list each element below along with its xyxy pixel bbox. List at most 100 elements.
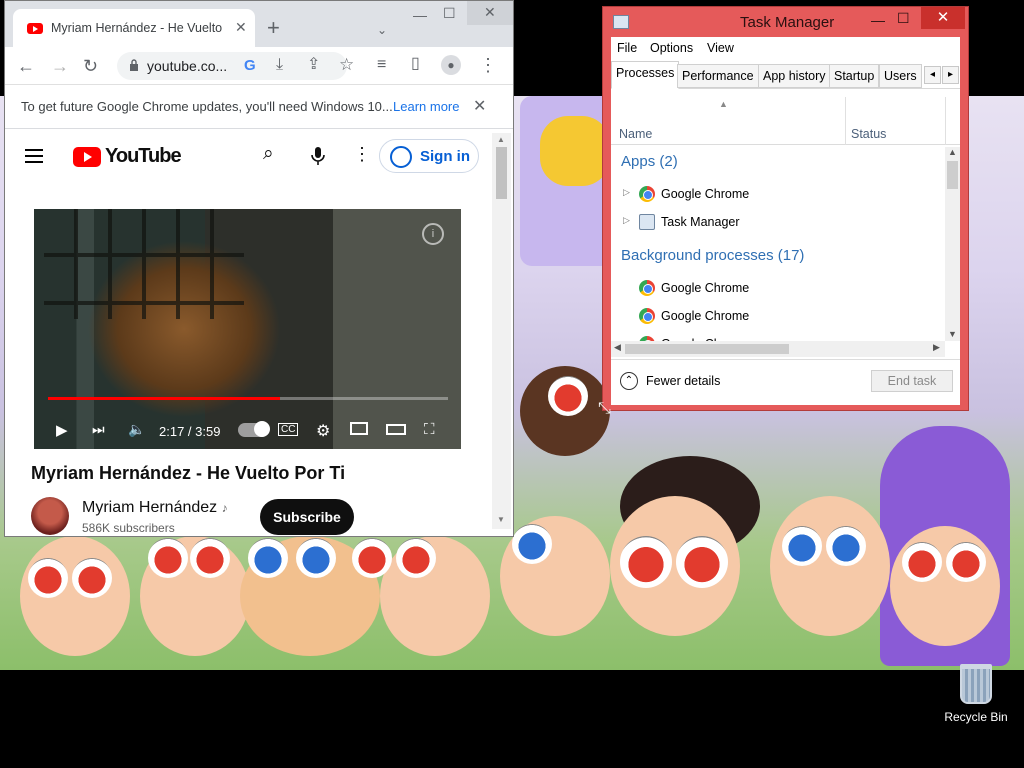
chrome-menu-icon[interactable]: ⋮ xyxy=(479,56,497,74)
theater-mode-icon[interactable] xyxy=(386,424,406,435)
video-player[interactable]: i ▶ ⏭ 🔈 2:17 / 3:59 CC ⚙ ⛶ xyxy=(34,209,461,449)
menu-file[interactable]: File xyxy=(617,41,637,55)
sign-in-button[interactable]: Sign in xyxy=(379,139,479,173)
wallpaper-glasses xyxy=(512,524,552,564)
scroll-left-arrow-icon[interactable]: ◀ xyxy=(614,342,621,353)
next-icon[interactable]: ⏭ xyxy=(92,421,105,438)
more-options-icon[interactable]: ⋮ xyxy=(353,144,371,165)
page-scrollbar[interactable]: ▲ ▼ xyxy=(492,133,511,529)
music-note-icon: ♪ xyxy=(221,501,228,515)
volume-icon[interactable]: 🔈 xyxy=(128,421,145,438)
process-row[interactable]: ▷ Task Manager xyxy=(611,209,945,235)
back-arrow-icon[interactable]: ← xyxy=(17,57,35,75)
column-headers: ▲ Name Status xyxy=(611,97,960,145)
process-list: Apps (2) ▷ Google Chrome ▷ Task Manager … xyxy=(611,147,945,341)
tab-users[interactable]: Users xyxy=(879,64,922,88)
hamburger-menu-icon[interactable] xyxy=(25,149,43,163)
subscribe-button[interactable]: Subscribe xyxy=(260,499,354,535)
scroll-up-arrow-icon[interactable]: ▲ xyxy=(497,135,505,144)
search-icon[interactable]: ⌕ xyxy=(263,143,274,165)
captions-icon[interactable]: CC xyxy=(278,423,299,436)
wallpaper-glasses xyxy=(548,376,588,416)
microphone-icon[interactable] xyxy=(311,146,325,166)
chrome-tab-title: Myriam Hernández - He Vuelto Por Ti xyxy=(51,21,226,35)
minimize-button[interactable]: — xyxy=(871,12,885,28)
horizontal-scrollbar[interactable]: ◀ ▶ xyxy=(611,341,945,357)
scrollbar-thumb[interactable] xyxy=(496,147,507,199)
fullscreen-icon[interactable]: ⛶ xyxy=(424,421,435,438)
channel-avatar[interactable] xyxy=(31,497,69,535)
wallpaper-glasses xyxy=(72,558,112,598)
close-window-button[interactable]: ✕ xyxy=(467,1,513,25)
maximize-button[interactable]: ☐ xyxy=(897,10,910,27)
column-divider[interactable] xyxy=(945,97,946,145)
process-list-scrollbar[interactable]: ▲ ▼ xyxy=(945,147,960,341)
expand-chevron-icon[interactable]: ▷ xyxy=(623,187,630,198)
forward-arrow-icon[interactable]: → xyxy=(51,57,69,75)
menu-view[interactable]: View xyxy=(707,41,734,55)
minimize-button[interactable]: — xyxy=(413,7,427,23)
new-tab-button[interactable]: + xyxy=(267,17,280,39)
column-status[interactable]: Status xyxy=(851,127,886,141)
channel-name[interactable]: Myriam Hernández ♪ xyxy=(82,499,228,517)
wallpaper-star xyxy=(540,116,610,186)
task-manager-titlebar[interactable]: Task Manager — ☐ ✕ xyxy=(603,7,968,37)
wallpaper-glasses xyxy=(826,526,866,566)
install-app-icon[interactable]: ⤓ xyxy=(276,56,283,74)
column-divider[interactable] xyxy=(845,97,846,145)
video-progress-bar[interactable] xyxy=(48,397,448,400)
scroll-right-arrow-icon[interactable]: ▶ xyxy=(933,342,940,353)
scroll-up-arrow-icon[interactable]: ▲ xyxy=(948,147,957,157)
tab-scroll-left-icon[interactable]: ◂ xyxy=(924,66,941,84)
infobar-learn-more-link[interactable]: Learn more xyxy=(393,99,459,114)
end-task-button[interactable]: End task xyxy=(871,370,953,392)
account-circle-icon xyxy=(390,146,412,168)
google-lens-icon[interactable]: G xyxy=(244,57,256,75)
tab-search-chevron-icon[interactable]: ⌄ xyxy=(377,21,387,39)
fewer-details-link[interactable]: Fewer details xyxy=(646,374,720,388)
column-name[interactable]: Name xyxy=(619,127,652,141)
bookmark-star-icon[interactable]: ☆ xyxy=(339,56,354,74)
omnibox-url: youtube.co... xyxy=(147,58,228,74)
collapse-chevron-icon[interactable]: ⌃ xyxy=(620,372,638,390)
scrollbar-thumb[interactable] xyxy=(947,161,958,189)
video-time: 2:17 / 3:59 xyxy=(159,424,221,439)
expand-chevron-icon[interactable]: ▷ xyxy=(623,215,630,226)
scroll-down-arrow-icon[interactable]: ▼ xyxy=(948,329,957,339)
process-row[interactable]: Google Chrome xyxy=(611,275,945,301)
process-row[interactable]: Google Chrome xyxy=(611,331,945,341)
share-icon[interactable]: ⇪ xyxy=(307,56,320,74)
tab-processes[interactable]: Processes xyxy=(611,61,680,89)
menu-options[interactable]: Options xyxy=(650,41,693,55)
youtube-logo-icon[interactable] xyxy=(73,147,101,167)
profile-avatar-icon[interactable]: ● xyxy=(441,55,461,75)
chrome-tab[interactable]: Myriam Hernández - He Vuelto Por Ti ✕ xyxy=(13,9,255,47)
tab-app-history[interactable]: App history xyxy=(758,64,831,88)
infobar-close-icon[interactable]: ✕ xyxy=(473,96,486,116)
process-name: Google Chrome xyxy=(661,281,750,295)
youtube-page: YouTube ⌕ ⋮ Sign in i ▶ ⏭ 🔈 2:17 / 3:59 xyxy=(5,129,497,536)
recycle-bin[interactable]: Recycle Bin xyxy=(940,660,1012,732)
tab-scroll-right-icon[interactable]: ▸ xyxy=(942,66,959,84)
tab-startup[interactable]: Startup xyxy=(829,64,880,88)
process-row[interactable]: ▷ Google Chrome xyxy=(611,181,945,207)
scrollbar-thumb[interactable] xyxy=(625,344,789,354)
youtube-logo-text[interactable]: YouTube xyxy=(105,145,182,168)
settings-gear-icon[interactable]: ⚙ xyxy=(316,421,330,441)
miniplayer-icon[interactable] xyxy=(350,422,368,435)
play-icon[interactable]: ▶ xyxy=(56,421,68,439)
task-manager-title: Task Manager xyxy=(740,14,835,31)
info-icon[interactable]: i xyxy=(422,223,444,245)
maximize-button[interactable]: ☐ xyxy=(443,5,456,22)
close-button[interactable]: ✕ xyxy=(921,7,965,29)
wallpaper-glasses xyxy=(248,538,288,578)
tab-performance[interactable]: Performance xyxy=(677,64,759,88)
media-controls-icon[interactable]: ≡ xyxy=(377,56,386,74)
tab-close-icon[interactable]: ✕ xyxy=(235,19,247,36)
chrome-icon xyxy=(639,308,655,324)
reload-icon[interactable]: ↻ xyxy=(83,57,98,75)
process-row[interactable]: Google Chrome xyxy=(611,303,945,329)
scroll-down-arrow-icon[interactable]: ▼ xyxy=(497,515,505,524)
side-panel-icon[interactable]: ▯ xyxy=(411,55,420,73)
task-manager-icon xyxy=(639,214,655,230)
